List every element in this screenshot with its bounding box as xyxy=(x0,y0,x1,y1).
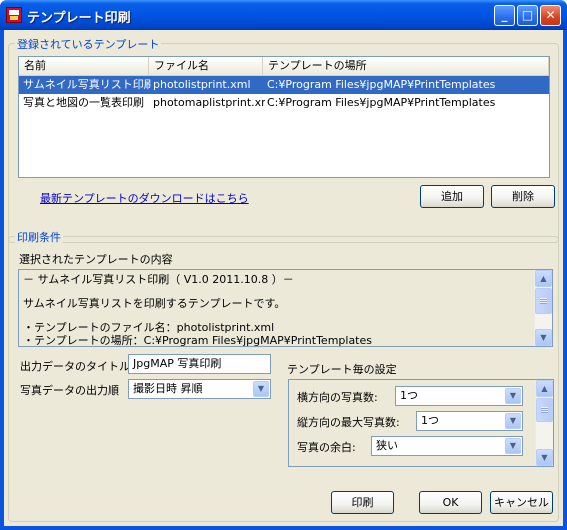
output-order-label: 写真データの出力順 xyxy=(20,384,119,397)
chevron-down-icon[interactable]: ▼ xyxy=(505,388,521,404)
output-order-value: 撮影日時 昇順 xyxy=(133,382,203,395)
template-row[interactable]: 写真と地図の一覧表印刷 photomaplistprint.xml C:¥Pro… xyxy=(19,94,549,112)
scroll-down-icon[interactable]: ▼ xyxy=(536,449,553,466)
chevron-down-icon[interactable]: ▼ xyxy=(253,381,269,397)
template-description-box[interactable]: － サムネイル写真リスト印刷（ V1.0 2011.10.8 ）－ サムネイル写… xyxy=(18,269,553,347)
template-row-file: photolistprint.xml xyxy=(153,78,251,91)
scroll-down-icon[interactable]: ▼ xyxy=(535,329,552,346)
photo-margin-label: 写真の余白: xyxy=(297,441,356,454)
dialog-body: 登録されているテンプレート 名前 ファイル名 テンプレートの場所 サムネイル写真… xyxy=(4,30,563,526)
cancel-button[interactable]: キャンセル xyxy=(490,491,553,514)
close-button[interactable]: ✕ xyxy=(540,5,561,26)
delete-template-button[interactable]: 削除 xyxy=(491,185,555,208)
templates-group: 登録されているテンプレート 名前 ファイル名 テンプレートの場所 サムネイル写真… xyxy=(8,36,559,243)
scroll-thumb[interactable] xyxy=(535,288,552,314)
template-list-header: 名前 ファイル名 テンプレートの場所 xyxy=(19,57,549,76)
scroll-up-icon[interactable]: ▲ xyxy=(536,380,553,397)
add-template-button[interactable]: 追加 xyxy=(420,185,484,208)
template-row-name: サムネイル写真リスト印刷 xyxy=(23,78,151,91)
horizontal-photo-count-select[interactable]: 1つ ▼ xyxy=(395,386,523,406)
print-button[interactable]: 印刷 xyxy=(331,491,394,514)
settings-scrollbar[interactable]: ▲ ▼ xyxy=(535,380,553,466)
window-title: テンプレート印刷 xyxy=(27,11,131,26)
output-title-label: 出力データのタイトル xyxy=(20,360,130,373)
app-icon xyxy=(6,7,22,23)
horizontal-photo-count-value: 1つ xyxy=(400,389,418,402)
description-line: サムネイル写真リストを印刷するテンプレートです。 xyxy=(23,297,286,310)
dialog-window: テンプレート印刷 _ □ ✕ 登録されているテンプレート 名前 ファイル名 テン… xyxy=(0,0,567,530)
description-scrollbar[interactable]: ▲ ▼ xyxy=(534,270,552,346)
description-line: ・テンプレートの場所：C:¥Program Files¥jpgMAP¥Print… xyxy=(23,334,372,347)
print-conditions-group: 印刷条件 選択されたテンプレートの内容 － サムネイル写真リスト印刷（ V1.0… xyxy=(8,229,559,522)
template-row-location: C:¥Program Files¥jpgMAP¥PrintTemplates xyxy=(267,78,496,91)
scroll-up-icon[interactable]: ▲ xyxy=(535,270,552,287)
template-settings-label: テンプレート毎の設定 xyxy=(287,363,397,376)
template-row-name: 写真と地図の一覧表印刷 xyxy=(23,96,144,109)
vertical-max-photo-count-label: 縦方向の最大写真数: xyxy=(297,416,400,429)
template-row-location: C:¥Program Files¥jpgMAP¥PrintTemplates xyxy=(267,96,496,109)
output-order-select[interactable]: 撮影日時 昇順 ▼ xyxy=(128,379,271,399)
photo-margin-select[interactable]: 狭い ▼ xyxy=(371,436,523,456)
print-conditions-label: 印刷条件 xyxy=(15,229,63,245)
chevron-down-icon[interactable]: ▼ xyxy=(505,413,521,429)
vertical-max-photo-count-select[interactable]: 1つ ▼ xyxy=(416,411,523,431)
scroll-thumb[interactable] xyxy=(536,398,553,422)
column-name[interactable]: 名前 xyxy=(19,57,149,75)
template-list[interactable]: 名前 ファイル名 テンプレートの場所 サムネイル写真リスト印刷 photolis… xyxy=(18,56,550,178)
vertical-max-photo-count-value: 1つ xyxy=(421,414,439,427)
output-title-input[interactable]: JpgMAP 写真印刷 xyxy=(128,354,271,374)
minimize-button[interactable]: _ xyxy=(494,5,515,26)
column-filename[interactable]: ファイル名 xyxy=(149,57,263,75)
chevron-down-icon[interactable]: ▼ xyxy=(505,438,521,454)
template-row[interactable]: サムネイル写真リスト印刷 photolistprint.xml C:¥Progr… xyxy=(19,76,549,94)
ok-button[interactable]: OK xyxy=(419,491,482,514)
horizontal-photo-count-label: 横方向の写真数: xyxy=(297,391,378,404)
maximize-button[interactable]: □ xyxy=(517,5,538,26)
description-line: － サムネイル写真リスト印刷（ V1.0 2011.10.8 ）－ xyxy=(23,273,294,286)
download-templates-link[interactable]: 最新テンプレートのダウンロードはこちら xyxy=(40,190,249,206)
title-bar[interactable]: テンプレート印刷 _ □ ✕ xyxy=(0,0,567,30)
selected-template-content-label: 選択されたテンプレートの内容 xyxy=(19,253,173,266)
template-settings-panel[interactable]: 横方向の写真数: 1つ ▼ 縦方向の最大写真数: 1つ ▼ 写真の余白: 狭い … xyxy=(288,379,554,467)
templates-group-label: 登録されているテンプレート xyxy=(15,36,162,52)
template-row-file: photomaplistprint.xml xyxy=(153,96,265,109)
column-location[interactable]: テンプレートの場所 xyxy=(263,57,549,75)
photo-margin-value: 狭い xyxy=(376,439,398,452)
